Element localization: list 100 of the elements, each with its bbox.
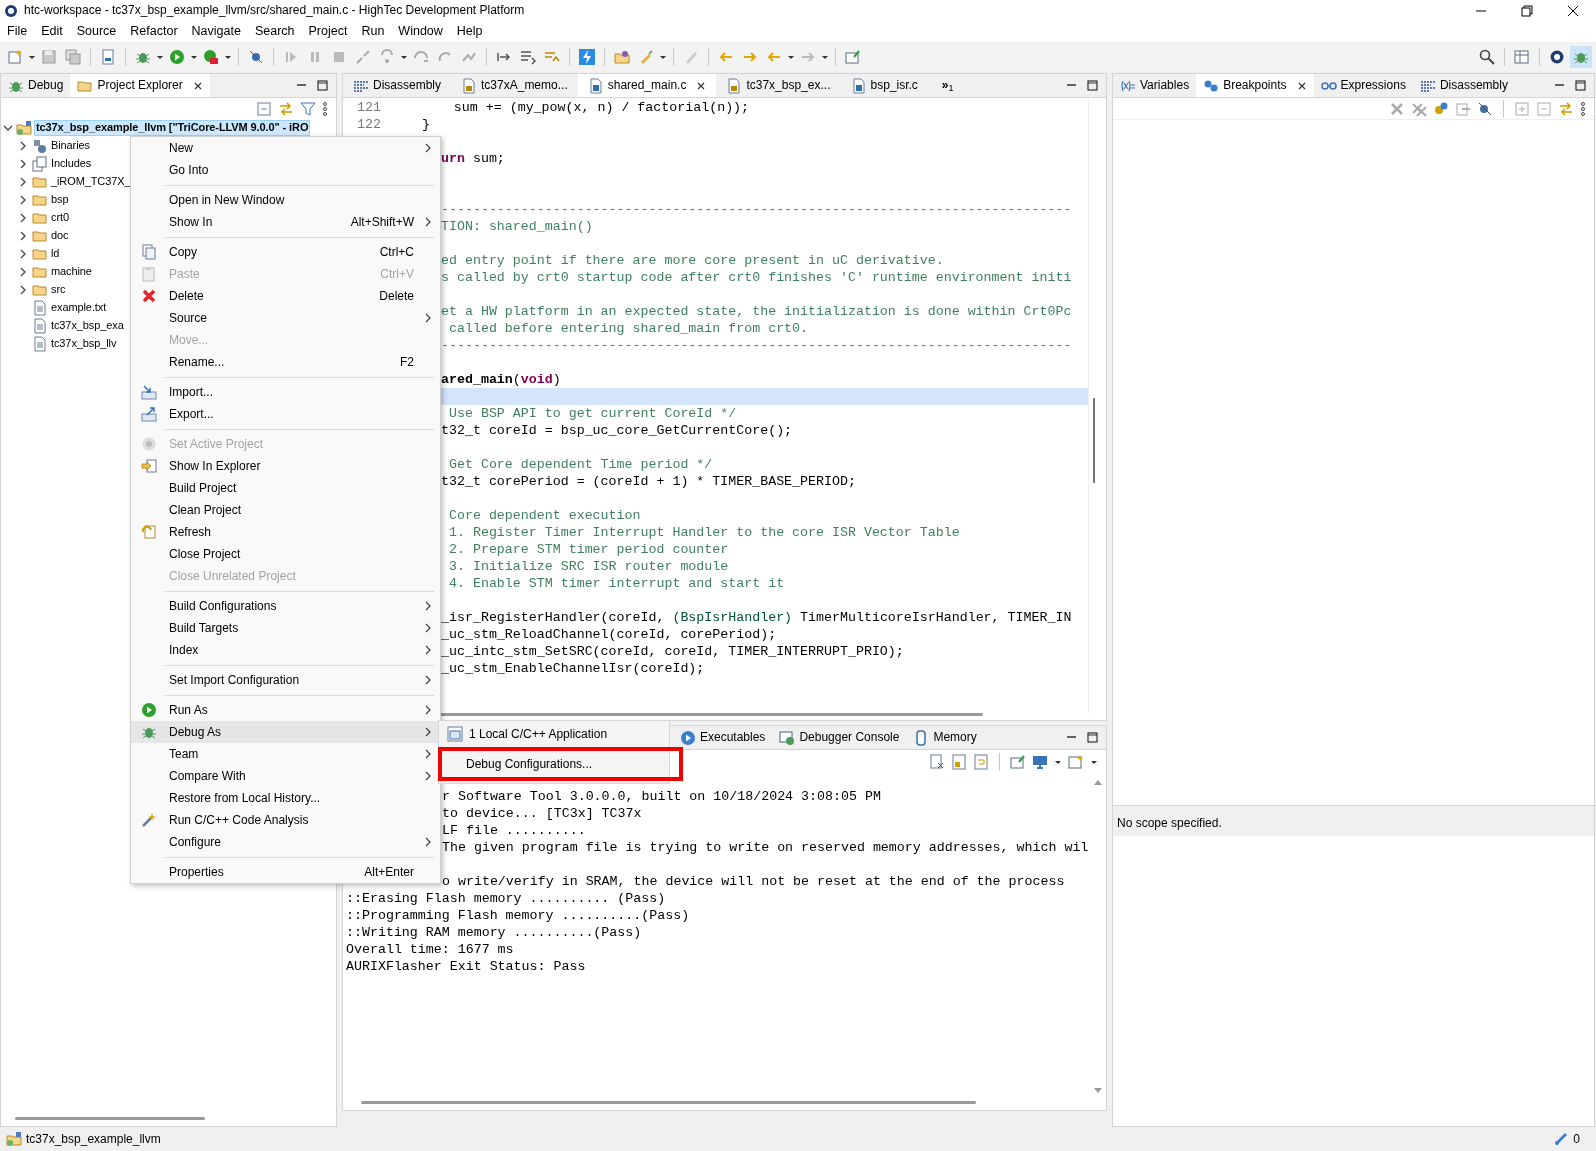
menu-item[interactable]: Navigate: [184, 24, 248, 39]
menu-item[interactable]: Copy Ctrl+C: [131, 241, 440, 263]
tab-label: Debug: [28, 78, 64, 93]
menu-item[interactable]: Debug As: [131, 721, 440, 743]
new-file-icon[interactable]: [7, 48, 23, 65]
notification-icon[interactable]: [1553, 1131, 1570, 1147]
menu-item[interactable]: Go Into: [131, 159, 440, 181]
menu-item[interactable]: Build Project: [131, 477, 440, 499]
menu-item[interactable]: Build Targets: [131, 617, 440, 639]
menu-item[interactable]: Source: [131, 307, 440, 329]
tree-item[interactable]: bsp: [50, 193, 70, 207]
scrollbar[interactable]: [15, 1117, 205, 1120]
menu-item[interactable]: Search: [247, 24, 302, 39]
menu-item[interactable]: Debug Configurations...: [438, 747, 683, 781]
tree-item[interactable]: _iROM_TC37X_: [50, 175, 132, 189]
menu-item[interactable]: Run As: [131, 699, 440, 721]
link-arrows-icon[interactable]: [1558, 100, 1574, 117]
overflow-tab[interactable]: »$_{1}$: [927, 74, 961, 97]
ring-icon[interactable]: [1549, 48, 1565, 65]
maximize-icon[interactable]: [1087, 732, 1098, 743]
monitor-icon[interactable]: [1032, 754, 1048, 770]
maximize-icon[interactable]: [1575, 80, 1586, 91]
save-all-icon[interactable]: [65, 48, 81, 65]
code-line: TION: shared_main(): [441, 218, 593, 235]
menu-item[interactable]: Run C/C++ Code Analysis: [131, 809, 440, 831]
scroll-up-icon[interactable]: [1093, 778, 1103, 786]
new-console-icon[interactable]: [1068, 754, 1084, 770]
menu-item[interactable]: 1 Local C/C++ Application: [439, 721, 669, 747]
play-toolbox-icon[interactable]: [203, 48, 219, 65]
menu-item[interactable]: Index: [131, 639, 440, 661]
binary-file-icon[interactable]: [100, 48, 116, 65]
folder-icon[interactable]: [614, 48, 630, 65]
scroll-down-icon[interactable]: [1093, 1087, 1103, 1095]
menu-item[interactable]: Window: [391, 24, 450, 39]
search-icon[interactable]: [1479, 48, 1495, 65]
menu-item[interactable]: Restore from Local History...: [131, 787, 440, 809]
menu-item[interactable]: Set Import Configuration: [131, 669, 440, 691]
menu-item[interactable]: Compare With: [131, 765, 440, 787]
menu-item[interactable]: Export...: [131, 403, 440, 425]
tree-item[interactable]: crt0: [50, 211, 70, 225]
menu-item[interactable]: Show In Alt+Shift+W: [131, 211, 440, 233]
tree-item[interactable]: ld: [50, 247, 61, 261]
tree-item[interactable]: tc37x_bsp_exa: [50, 319, 125, 333]
remove-icon[interactable]: [1389, 100, 1405, 117]
menu-item[interactable]: Delete Delete: [131, 285, 440, 307]
code-line: et a HW platform in an expected state, the initialization is done within Crt0Pc: [441, 303, 1072, 320]
tree-item[interactable]: example.txt: [50, 301, 108, 315]
menu-item[interactable]: Open in New Window: [131, 189, 440, 211]
kebab-menu-icon[interactable]: [1580, 100, 1586, 117]
menu-item[interactable]: Refresh: [131, 521, 440, 543]
menu-item[interactable]: Import...: [131, 381, 440, 403]
menu-item[interactable]: Clean Project: [131, 499, 440, 521]
clear-console-icon[interactable]: [929, 754, 945, 770]
menu-item[interactable]: Rename... F2: [131, 351, 440, 373]
maximize-icon[interactable]: [1087, 80, 1098, 91]
menu-item[interactable]: Show In Explorer: [131, 455, 440, 477]
menu-item[interactable]: Properties Alt+Enter: [131, 861, 440, 883]
scrollbar[interactable]: [1093, 398, 1095, 483]
tree-item[interactable]: Includes: [50, 157, 93, 171]
menu-item[interactable]: Team: [131, 743, 440, 765]
caret-icon[interactable]: [1054, 758, 1062, 766]
menu-item[interactable]: Edit: [34, 24, 70, 39]
play-icon[interactable]: [169, 48, 185, 65]
tab[interactable]: Breakpoints: [1196, 74, 1314, 97]
menu-item[interactable]: Run: [354, 24, 392, 39]
tree-item[interactable]: tc37x_bsp_example_llvm ["TriCore-LLVM 9.0.0" - iRO: [34, 120, 311, 136]
menu-item[interactable]: Source: [69, 24, 124, 39]
grid-icon[interactable]: [1514, 48, 1530, 65]
tree-item[interactable]: src: [50, 283, 67, 297]
tree-item[interactable]: machine: [50, 265, 93, 279]
tree-item[interactable]: doc: [50, 229, 70, 243]
pin-icon[interactable]: [1010, 754, 1026, 770]
tab[interactable]: shared_main.c: [577, 74, 717, 97]
console-line: AURIXFlasher Exit Status: Pass: [346, 958, 587, 975]
close-icon[interactable]: [1296, 80, 1307, 91]
menu-item[interactable]: Refactor: [123, 24, 185, 39]
scrollbar[interactable]: [361, 1101, 976, 1104]
remove-all-icon[interactable]: [1411, 100, 1427, 117]
menu-item[interactable]: Project: [301, 24, 355, 39]
tree-item[interactable]: Binaries: [50, 139, 91, 153]
list-arrow-icon[interactable]: [520, 48, 536, 65]
menu-item[interactable]: New: [131, 137, 440, 159]
tree-item[interactable]: tc37x_bsp_llv: [50, 337, 118, 351]
lightning-icon[interactable]: [579, 48, 595, 65]
tab[interactable]: Project Explorer: [70, 74, 210, 97]
menu-item[interactable]: Build Configurations: [131, 595, 440, 617]
filter-icon[interactable]: [300, 100, 316, 117]
link-arrows-icon[interactable]: [278, 100, 294, 117]
close-icon[interactable]: [192, 80, 203, 91]
pin-icon[interactable]: [845, 48, 861, 65]
menu-item[interactable]: File: [0, 24, 35, 39]
maximize-icon[interactable]: [317, 80, 328, 91]
kebab-menu-icon[interactable]: [322, 100, 328, 117]
export-icon: [141, 406, 157, 422]
menu-item[interactable]: Help: [449, 24, 490, 39]
close-icon[interactable]: [696, 80, 707, 91]
bug-icon[interactable]: [1573, 48, 1589, 65]
menu-item[interactable]: Close Project: [131, 543, 440, 565]
caret-icon[interactable]: [1090, 758, 1098, 766]
menu-item[interactable]: Configure: [131, 831, 440, 853]
